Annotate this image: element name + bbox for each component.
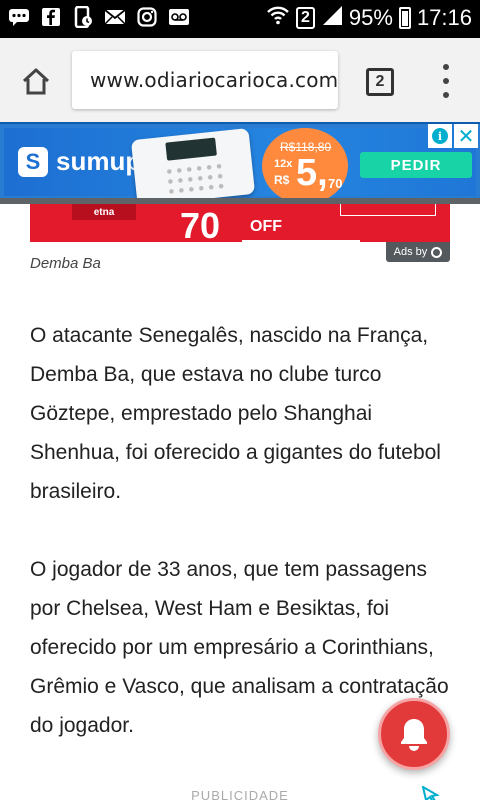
close-ad-button[interactable]: ✕ xyxy=(454,124,478,148)
image-white-bar xyxy=(242,240,360,242)
notification-icons xyxy=(8,6,190,28)
home-button[interactable] xyxy=(14,60,58,104)
browser-toolbar: www.odiariocarioca.com 2 xyxy=(0,38,480,122)
adchoices-arrow-icon[interactable] xyxy=(420,784,440,800)
url-bar[interactable]: www.odiariocarioca.com xyxy=(72,51,338,109)
card-reader-keypad xyxy=(163,160,225,197)
clock: 17:16 xyxy=(416,5,472,30)
battery-icon xyxy=(398,7,411,29)
system-status: 2 95% 17:16 xyxy=(266,4,472,32)
image-caption: Demba Ba xyxy=(30,255,101,272)
tab-switcher-button[interactable]: 2 xyxy=(366,68,394,96)
article-image-ad[interactable]: etna 70 OFF xyxy=(30,204,450,242)
menu-dot xyxy=(443,92,449,98)
article-paragraph: O atacante Senegalês, nascido na França,… xyxy=(30,324,441,503)
price-cents: 70 xyxy=(328,176,343,191)
bell-icon xyxy=(401,719,427,751)
signal-icon xyxy=(321,4,343,32)
close-icon: ✕ xyxy=(457,125,475,148)
tab-count: 2 xyxy=(375,73,385,90)
etna-badge: etna xyxy=(72,204,136,220)
phone-data-icon xyxy=(72,6,94,28)
adchoices-button[interactable]: i xyxy=(428,124,452,148)
home-icon xyxy=(22,68,50,95)
pedir-button[interactable]: PEDIR xyxy=(360,152,472,178)
battery-percent: 95% xyxy=(348,5,393,30)
mail-icon xyxy=(104,6,126,28)
sumup-logo: S sumup xyxy=(18,146,141,177)
publicidade-label: PUBLICIDADE xyxy=(191,788,289,800)
sim-indicator: 2 xyxy=(295,7,315,29)
instagram-icon xyxy=(136,6,158,28)
sumup-mark: S xyxy=(18,146,48,177)
discount-number: 70 xyxy=(180,205,221,243)
overflow-menu-button[interactable] xyxy=(432,64,460,98)
ad-content[interactable]: S sumup R$118,80 12x R$ 5, 70 PEDIR xyxy=(4,128,476,198)
wifi-icon xyxy=(266,4,290,32)
ads-by-logo-icon xyxy=(431,246,443,258)
price-badge: R$118,80 12x R$ 5, 70 xyxy=(262,128,348,198)
facebook-icon xyxy=(40,6,62,28)
menu-dot xyxy=(443,64,449,70)
status-bar: 2 95% 17:16 xyxy=(0,0,480,38)
currency: R$ xyxy=(274,173,290,187)
card-reader-image xyxy=(130,128,256,198)
notification-bell-button[interactable] xyxy=(378,698,450,770)
ad-banner[interactable]: S sumup R$118,80 12x R$ 5, 70 PEDIR i ✕ xyxy=(0,122,480,198)
installments: 12x xyxy=(274,158,293,170)
card-reader-screen xyxy=(165,137,217,161)
info-icon: i xyxy=(432,128,448,144)
url-text: www.odiariocarioca.com xyxy=(90,68,339,92)
price-main: 5, xyxy=(296,152,328,194)
discount-off: OFF xyxy=(250,218,282,235)
image-button-outline xyxy=(340,204,436,216)
voicemail-icon xyxy=(168,6,190,28)
ads-by-text: Ads by xyxy=(393,246,428,258)
ads-by-label[interactable]: Ads by xyxy=(386,242,450,262)
chat-bubble-icon xyxy=(8,6,30,28)
sumup-wordmark: sumup xyxy=(56,146,142,176)
menu-dot xyxy=(443,78,449,84)
